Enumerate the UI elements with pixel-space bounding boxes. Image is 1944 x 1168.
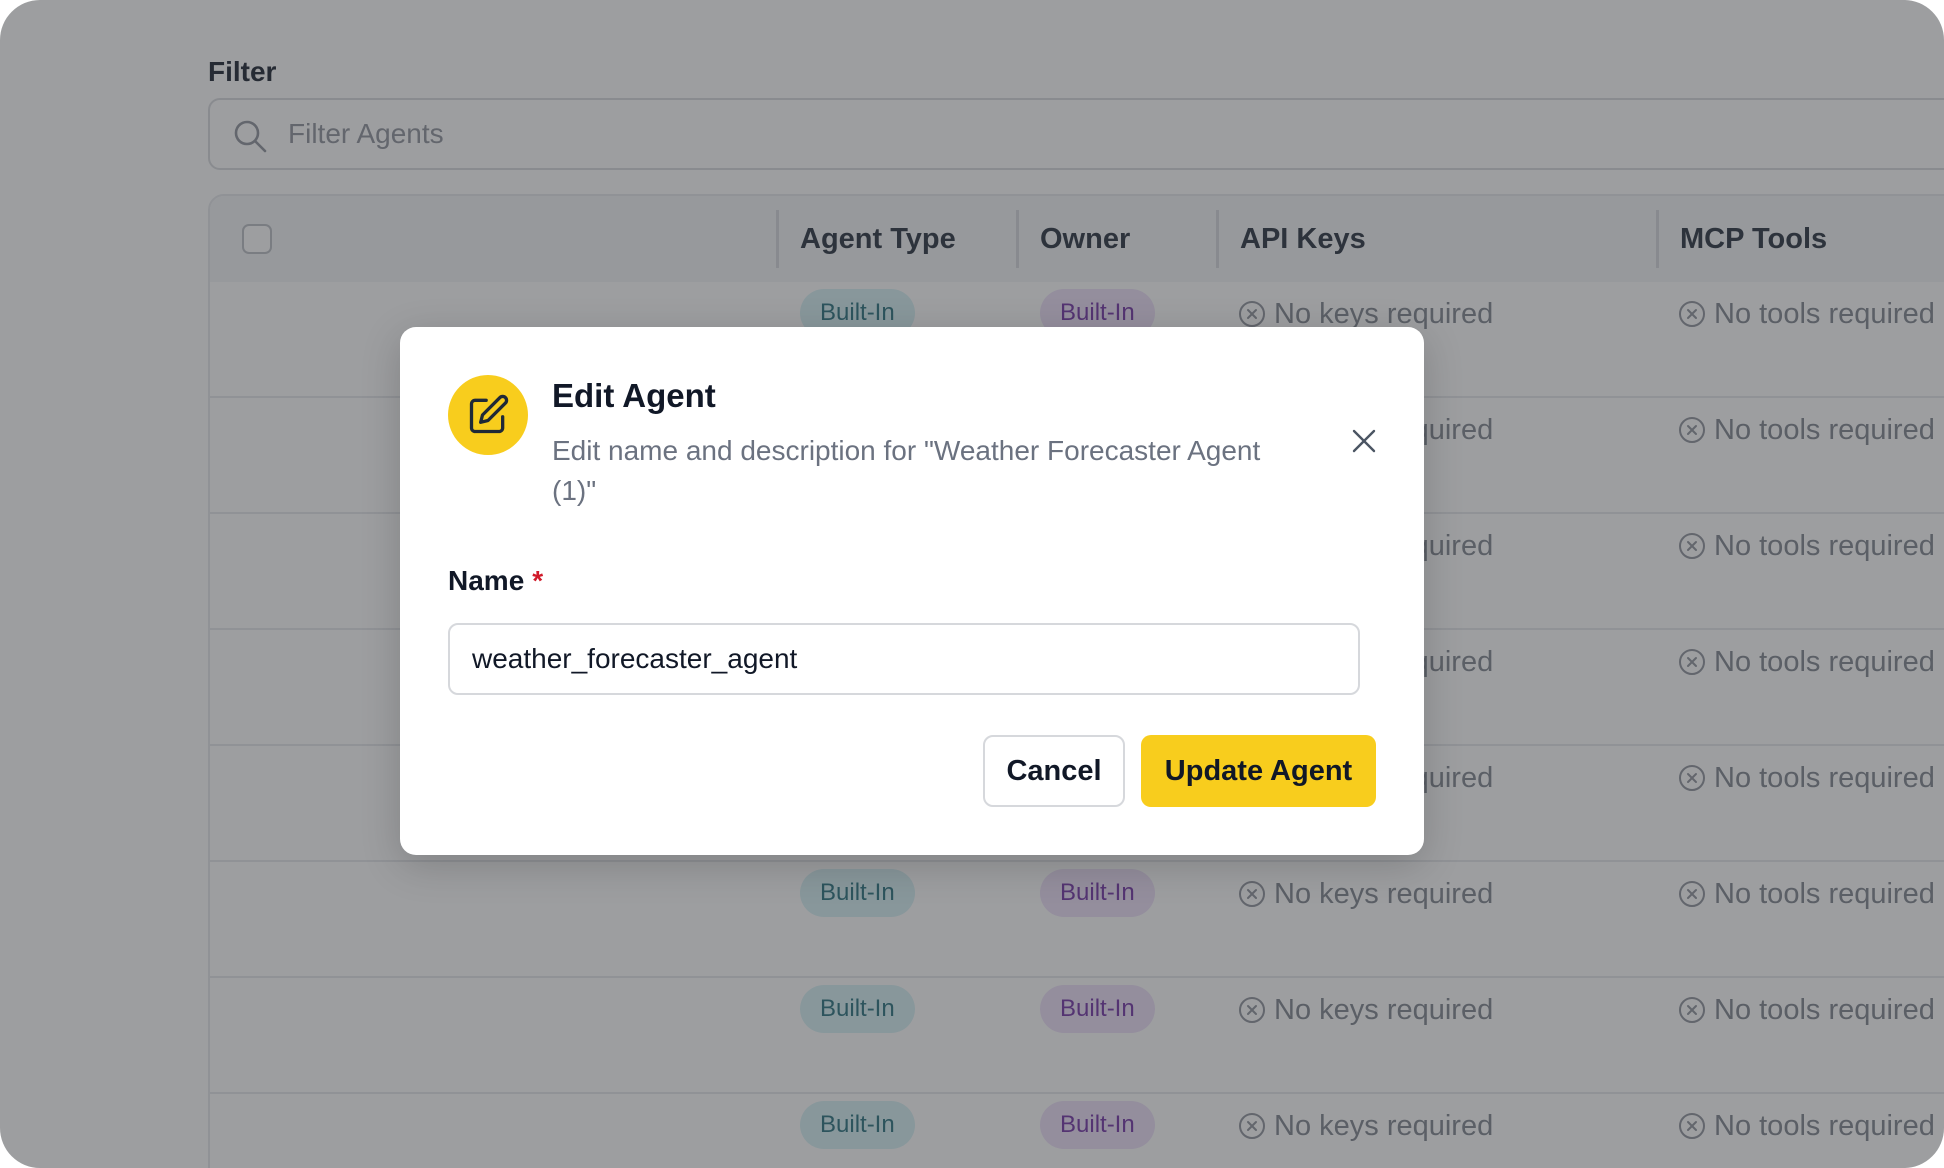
cancel-button[interactable]: Cancel xyxy=(983,735,1125,807)
dialog-title: Edit Agent xyxy=(552,377,716,414)
name-field-label: Name * xyxy=(448,565,543,597)
dialog-description: Edit name and description for "Weather F… xyxy=(552,435,1261,506)
name-label-text: Name xyxy=(448,565,525,596)
required-marker: * xyxy=(532,565,544,596)
agent-name-input[interactable] xyxy=(448,623,1360,695)
edit-agent-dialog: Edit Agent Edit name and description for… xyxy=(400,327,1424,855)
close-icon xyxy=(1352,429,1376,453)
update-agent-button[interactable]: Update Agent xyxy=(1141,735,1376,807)
close-button[interactable] xyxy=(1340,417,1388,465)
edit-icon xyxy=(448,375,528,455)
app-window: Filter Agent Type Owner API Keys MCP Too… xyxy=(0,0,1944,1168)
